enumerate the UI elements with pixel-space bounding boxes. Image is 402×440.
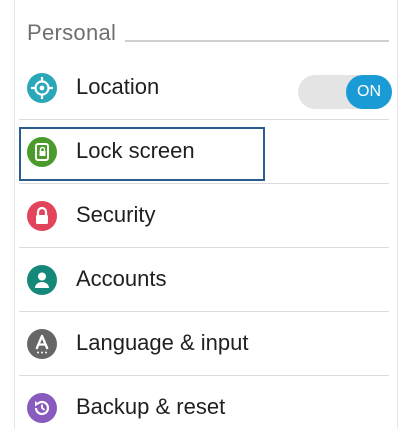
location-toggle-state: ON <box>346 75 392 109</box>
focus-highlight-box <box>19 127 265 181</box>
location-toggle[interactable]: ON <box>298 75 392 109</box>
setting-label-security: Security <box>76 202 156 227</box>
setting-label-location: Location <box>76 74 160 99</box>
security-lock-icon <box>27 201 57 231</box>
setting-item-backup-reset[interactable]: Backup & reset <box>15 376 397 440</box>
section-divider <box>125 40 389 42</box>
language-a-icon <box>27 329 57 359</box>
settings-panel: Personal Location ON Lock screen Securit… <box>14 0 398 429</box>
setting-label-backup-reset: Backup & reset <box>76 394 226 419</box>
location-icon <box>27 73 57 103</box>
setting-item-location[interactable]: Location ON <box>15 56 397 120</box>
setting-item-accounts[interactable]: Accounts <box>15 248 397 312</box>
setting-label-accounts: Accounts <box>76 266 167 291</box>
section-title: Personal <box>27 20 117 45</box>
setting-label-language-input: Language & input <box>76 330 249 355</box>
setting-item-language-input[interactable]: Language & input <box>15 312 397 376</box>
setting-item-security[interactable]: Security <box>15 184 397 248</box>
account-person-icon <box>27 265 57 295</box>
section-header-personal: Personal <box>15 18 397 48</box>
backup-restore-icon <box>27 393 57 423</box>
